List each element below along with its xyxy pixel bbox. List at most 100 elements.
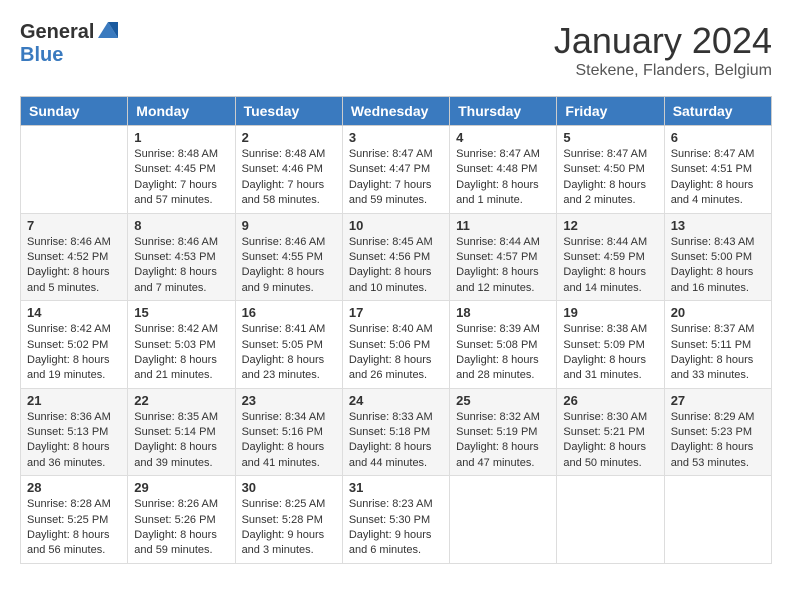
day-info: Sunrise: 8:34 AMSunset: 5:16 PMDaylight:… xyxy=(242,410,336,472)
day-number: 21 xyxy=(27,393,121,408)
calendar-cell: 12Sunrise: 8:44 AMSunset: 4:59 PMDayligh… xyxy=(557,213,664,301)
calendar-cell: 9Sunrise: 8:46 AMSunset: 4:55 PMDaylight… xyxy=(235,213,342,301)
day-number: 24 xyxy=(349,393,443,408)
day-number: 3 xyxy=(349,130,443,145)
header-monday: Monday xyxy=(128,97,235,126)
page-header: General Blue January 2024 Stekene, Fland… xyxy=(20,20,772,80)
day-number: 1 xyxy=(134,130,228,145)
logo-blue: Blue xyxy=(20,44,120,66)
calendar-cell: 16 Sunrise: 8:41 AMSunset: 5:05 PMDayligh… xyxy=(235,301,342,389)
calendar-cell: 24 Sunrise: 8:33 AMSunset: 5:18 PMDayligh… xyxy=(342,388,449,476)
calendar-cell xyxy=(557,476,664,564)
logo-text: General Blue xyxy=(20,20,120,66)
day-info: Sunrise: 8:47 AMSunset: 4:48 PMDaylight:… xyxy=(456,147,550,209)
day-number: 25 xyxy=(456,393,550,408)
day-number: 14 xyxy=(27,305,121,320)
calendar-cell: 5Sunrise: 8:47 AMSunset: 4:50 PMDaylight… xyxy=(557,126,664,214)
calendar-cell: 17 Sunrise: 8:40 AMSunset: 5:06 PMDayligh… xyxy=(342,301,449,389)
calendar-cell: 7Sunrise: 8:46 AMSunset: 4:52 PMDaylight… xyxy=(21,213,128,301)
calendar-cell: 10Sunrise: 8:45 AMSunset: 4:56 PMDayligh… xyxy=(342,213,449,301)
calendar-cell: 25 Sunrise: 8:32 AMSunset: 5:19 PMDayligh… xyxy=(450,388,557,476)
calendar-cell: 6 Sunrise: 8:47 AMSunset: 4:51 PMDaylight… xyxy=(664,126,771,214)
header-tuesday: Tuesday xyxy=(235,97,342,126)
calendar-cell: 1Sunrise: 8:48 AMSunset: 4:45 PMDaylight… xyxy=(128,126,235,214)
header-thursday: Thursday xyxy=(450,97,557,126)
day-number: 26 xyxy=(563,393,657,408)
day-info: Sunrise: 8:25 AMSunset: 5:28 PMDaylight:… xyxy=(242,497,336,559)
day-info: Sunrise: 8:46 AMSunset: 4:52 PMDaylight:… xyxy=(27,235,121,297)
day-number: 5 xyxy=(563,130,657,145)
week-row-3: 14 Sunrise: 8:42 AMSunset: 5:02 PMDayligh… xyxy=(21,301,772,389)
day-number: 17 xyxy=(349,305,443,320)
day-number: 12 xyxy=(563,218,657,233)
day-number: 19 xyxy=(563,305,657,320)
day-number: 31 xyxy=(349,480,443,495)
location: Stekene, Flanders, Belgium xyxy=(554,62,772,80)
day-info: Sunrise: 8:23 AMSunset: 5:30 PMDaylight:… xyxy=(349,497,443,559)
day-info: Sunrise: 8:47 AMSunset: 4:51 PMDaylight:… xyxy=(671,147,765,209)
calendar-cell: 27 Sunrise: 8:29 AMSunset: 5:23 PMDayligh… xyxy=(664,388,771,476)
day-info: Sunrise: 8:42 AMSunset: 5:03 PMDaylight:… xyxy=(134,322,228,384)
month-title: January 2024 xyxy=(554,20,772,62)
calendar-cell: 4 Sunrise: 8:47 AMSunset: 4:48 PMDaylight… xyxy=(450,126,557,214)
day-info: Sunrise: 8:33 AMSunset: 5:18 PMDaylight:… xyxy=(349,410,443,472)
title-block: January 2024 Stekene, Flanders, Belgium xyxy=(554,20,772,80)
day-info: Sunrise: 8:46 AMSunset: 4:53 PMDaylight:… xyxy=(134,235,228,297)
day-number: 27 xyxy=(671,393,765,408)
calendar-cell: 8 Sunrise: 8:46 AMSunset: 4:53 PMDaylight… xyxy=(128,213,235,301)
day-info: Sunrise: 8:36 AMSunset: 5:13 PMDaylight:… xyxy=(27,410,121,472)
header-saturday: Saturday xyxy=(664,97,771,126)
day-info: Sunrise: 8:28 AMSunset: 5:25 PMDaylight:… xyxy=(27,497,121,559)
calendar-cell: 28 Sunrise: 8:28 AMSunset: 5:25 PMDayligh… xyxy=(21,476,128,564)
week-row-5: 28 Sunrise: 8:28 AMSunset: 5:25 PMDayligh… xyxy=(21,476,772,564)
day-info: Sunrise: 8:45 AMSunset: 4:56 PMDaylight:… xyxy=(349,235,443,297)
header-wednesday: Wednesday xyxy=(342,97,449,126)
logo: General Blue xyxy=(20,20,120,66)
calendar-cell: 31 Sunrise: 8:23 AMSunset: 5:30 PMDayligh… xyxy=(342,476,449,564)
week-row-2: 7Sunrise: 8:46 AMSunset: 4:52 PMDaylight… xyxy=(21,213,772,301)
calendar-cell: 29Sunrise: 8:26 AMSunset: 5:26 PMDayligh… xyxy=(128,476,235,564)
calendar-cell: 26 Sunrise: 8:30 AMSunset: 5:21 PMDayligh… xyxy=(557,388,664,476)
calendar-cell: 14 Sunrise: 8:42 AMSunset: 5:02 PMDayligh… xyxy=(21,301,128,389)
calendar-cell: 13Sunrise: 8:43 AMSunset: 5:00 PMDayligh… xyxy=(664,213,771,301)
day-info: Sunrise: 8:39 AMSunset: 5:08 PMDaylight:… xyxy=(456,322,550,384)
calendar-cell xyxy=(450,476,557,564)
day-info: Sunrise: 8:42 AMSunset: 5:02 PMDaylight:… xyxy=(27,322,121,384)
day-info: Sunrise: 8:29 AMSunset: 5:23 PMDaylight:… xyxy=(671,410,765,472)
day-number: 16 xyxy=(242,305,336,320)
day-number: 6 xyxy=(671,130,765,145)
day-number: 15 xyxy=(134,305,228,320)
day-info: Sunrise: 8:26 AMSunset: 5:26 PMDaylight:… xyxy=(134,497,228,559)
day-number: 4 xyxy=(456,130,550,145)
header-sunday: Sunday xyxy=(21,97,128,126)
calendar: SundayMondayTuesdayWednesdayThursdayFrid… xyxy=(20,96,772,564)
calendar-cell: 22Sunrise: 8:35 AMSunset: 5:14 PMDayligh… xyxy=(128,388,235,476)
header-friday: Friday xyxy=(557,97,664,126)
calendar-cell xyxy=(21,126,128,214)
day-number: 8 xyxy=(134,218,228,233)
day-info: Sunrise: 8:37 AMSunset: 5:11 PMDaylight:… xyxy=(671,322,765,384)
day-info: Sunrise: 8:35 AMSunset: 5:14 PMDaylight:… xyxy=(134,410,228,472)
day-number: 30 xyxy=(242,480,336,495)
day-number: 20 xyxy=(671,305,765,320)
day-info: Sunrise: 8:40 AMSunset: 5:06 PMDaylight:… xyxy=(349,322,443,384)
day-info: Sunrise: 8:43 AMSunset: 5:00 PMDaylight:… xyxy=(671,235,765,297)
day-number: 23 xyxy=(242,393,336,408)
calendar-cell: 19 Sunrise: 8:38 AMSunset: 5:09 PMDayligh… xyxy=(557,301,664,389)
week-row-4: 21 Sunrise: 8:36 AMSunset: 5:13 PMDayligh… xyxy=(21,388,772,476)
calendar-cell xyxy=(664,476,771,564)
day-info: Sunrise: 8:38 AMSunset: 5:09 PMDaylight:… xyxy=(563,322,657,384)
day-number: 2 xyxy=(242,130,336,145)
calendar-header-row: SundayMondayTuesdayWednesdayThursdayFrid… xyxy=(21,97,772,126)
calendar-cell: 30 Sunrise: 8:25 AMSunset: 5:28 PMDayligh… xyxy=(235,476,342,564)
day-info: Sunrise: 8:41 AMSunset: 5:05 PMDaylight:… xyxy=(242,322,336,384)
day-number: 28 xyxy=(27,480,121,495)
day-number: 18 xyxy=(456,305,550,320)
day-info: Sunrise: 8:48 AMSunset: 4:46 PMDaylight:… xyxy=(242,147,336,209)
day-info: Sunrise: 8:30 AMSunset: 5:21 PMDaylight:… xyxy=(563,410,657,472)
day-info: Sunrise: 8:32 AMSunset: 5:19 PMDaylight:… xyxy=(456,410,550,472)
day-number: 11 xyxy=(456,218,550,233)
day-info: Sunrise: 8:46 AMSunset: 4:55 PMDaylight:… xyxy=(242,235,336,297)
calendar-cell: 2 Sunrise: 8:48 AMSunset: 4:46 PMDaylight… xyxy=(235,126,342,214)
week-row-1: 1Sunrise: 8:48 AMSunset: 4:45 PMDaylight… xyxy=(21,126,772,214)
